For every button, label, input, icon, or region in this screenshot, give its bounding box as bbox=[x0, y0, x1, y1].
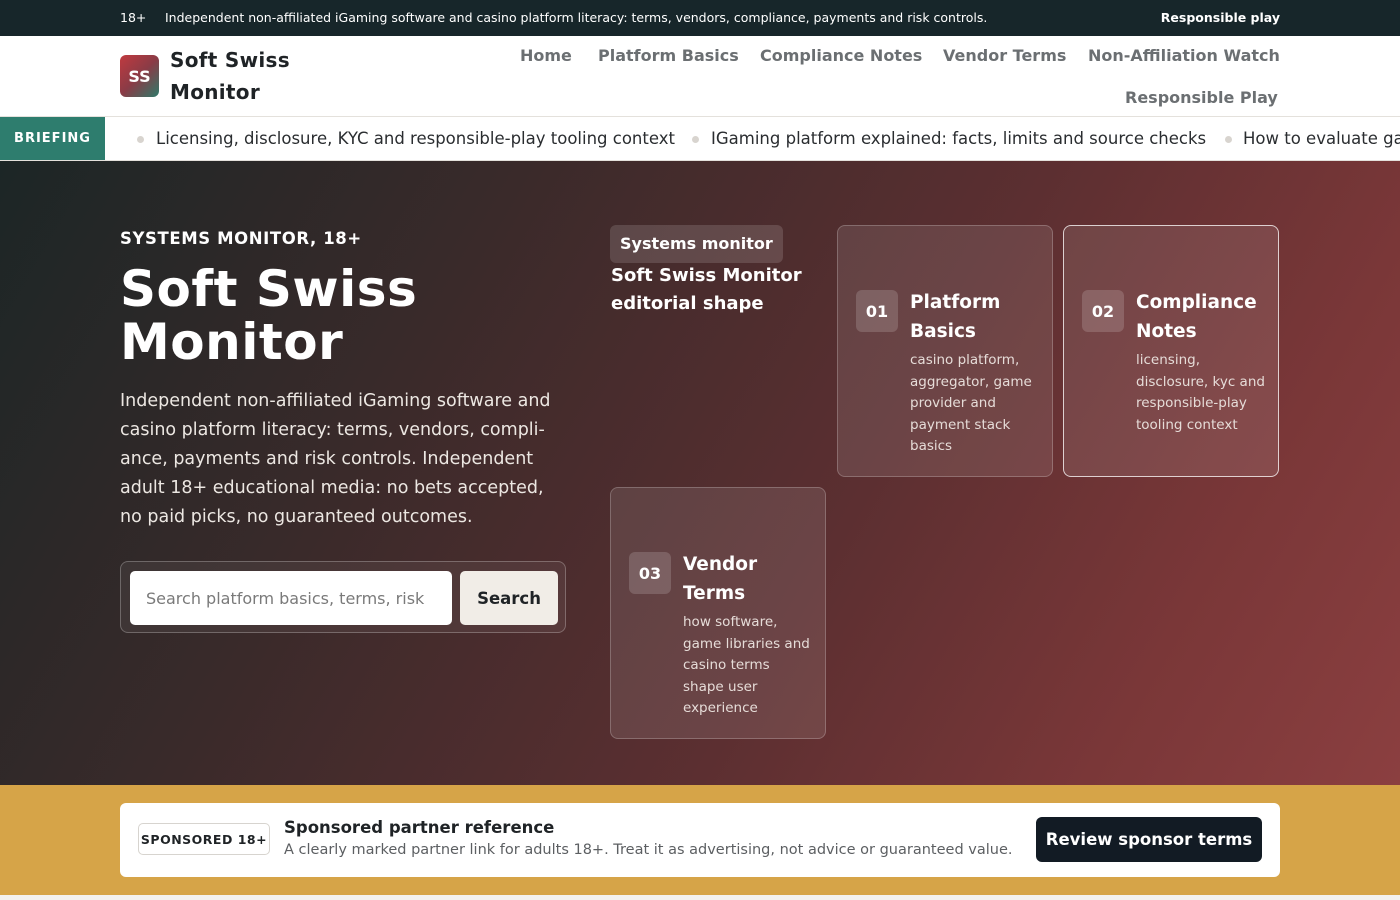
bullet-icon bbox=[692, 136, 699, 143]
nav-compliance-notes[interactable]: Compliance Notes bbox=[760, 46, 922, 65]
hero-description: Independent non-affiliated iGaming softw… bbox=[120, 391, 551, 527]
sponsored-badge: SPONSORED 18+ bbox=[138, 823, 270, 855]
card-title: Platform Basics bbox=[910, 292, 1001, 342]
bullet-icon bbox=[137, 136, 144, 143]
page-bottom-edge bbox=[0, 895, 1400, 900]
systems-monitor-pill: Systems monitor bbox=[610, 225, 783, 263]
nav-platform-basics[interactable]: Platform Basics bbox=[598, 46, 739, 65]
nav-responsible-play[interactable]: Responsible Play bbox=[1125, 88, 1278, 107]
briefing-tag: BRIEFING bbox=[0, 117, 105, 160]
review-sponsor-terms-button[interactable]: Review sponsor terms bbox=[1036, 817, 1262, 862]
sponsor-band: SPONSORED 18+ Sponsored partner referenc… bbox=[0, 785, 1400, 895]
topic-card-vendor-terms[interactable]: 03 Vendor Terms how software, game libra… bbox=[610, 487, 826, 739]
top-info-bar: 18+ Independent non-affiliated iGaming s… bbox=[0, 0, 1400, 36]
search-input[interactable] bbox=[130, 571, 452, 625]
card-description: how software, game libraries and casino … bbox=[683, 614, 810, 716]
logo[interactable]: SS bbox=[120, 55, 159, 97]
hero-eyebrow: SYSTEMS MONITOR, 18+ bbox=[120, 229, 362, 248]
brand-name[interactable]: Soft Swiss Monitor bbox=[170, 44, 310, 108]
ticker-item[interactable]: IGaming platform explained: facts, limit… bbox=[711, 129, 1206, 148]
hero-section: SYSTEMS MONITOR, 18+ Soft Swiss Monitor … bbox=[0, 161, 1400, 785]
search-form: Search bbox=[120, 561, 566, 633]
sponsor-description: A clearly marked partner link for adults… bbox=[284, 842, 1013, 858]
ticker-item[interactable]: Licensing, disclosure, KYC and responsib… bbox=[156, 129, 675, 148]
card-description: casino platform, aggregator, game provid… bbox=[910, 352, 1032, 454]
top-bar-message: Independent non-affiliated iGaming softw… bbox=[165, 10, 988, 25]
topic-card-platform-basics[interactable]: 01 Platform Basics casino platform, aggr… bbox=[837, 225, 1053, 477]
nav-non-affiliation-watch[interactable]: Non-Affiliation Watch bbox=[1088, 46, 1280, 65]
card-number: 02 bbox=[1082, 290, 1124, 332]
responsible-play-link[interactable]: Responsible play bbox=[1161, 10, 1280, 25]
site-header: SS Soft Swiss Monitor Home Platform Basi… bbox=[0, 36, 1400, 117]
bullet-icon bbox=[1225, 136, 1232, 143]
editorial-shape-text: Soft Swiss Monitor editorial shape bbox=[611, 265, 802, 314]
nav-home[interactable]: Home bbox=[520, 46, 572, 65]
card-title: Vendor Terms bbox=[683, 554, 758, 604]
topic-card-compliance-notes[interactable]: 02 Compliance Notes licensing, disclosur… bbox=[1063, 225, 1279, 477]
briefing-ticker: BRIEFING Licensing, disclosure, KYC and … bbox=[0, 117, 1400, 161]
card-number: 03 bbox=[629, 552, 671, 594]
card-number: 01 bbox=[856, 290, 898, 332]
ticker-item[interactable]: How to evaluate game libraries without p… bbox=[1243, 129, 1400, 148]
card-description: licensing, disclosure, kyc and responsib… bbox=[1136, 352, 1265, 433]
brand-name-line2: Monitor bbox=[170, 80, 261, 104]
card-title: Compliance Notes bbox=[1136, 292, 1257, 342]
age-label: 18+ bbox=[120, 10, 147, 25]
search-button[interactable]: Search bbox=[460, 571, 558, 625]
sponsor-title: Sponsored partner reference bbox=[284, 818, 555, 837]
sponsor-card: SPONSORED 18+ Sponsored partner referenc… bbox=[120, 803, 1280, 877]
hero-title: Soft Swiss Monitor bbox=[120, 260, 418, 371]
brand-name-line1: Soft Swiss bbox=[170, 48, 290, 72]
nav-vendor-terms[interactable]: Vendor Terms bbox=[943, 46, 1066, 65]
